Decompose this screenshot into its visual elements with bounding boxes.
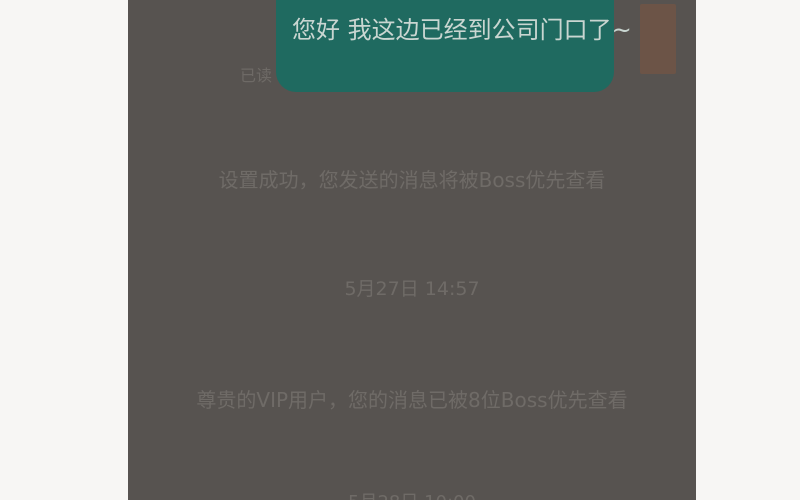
chat-window: 您好 我这边已经到公司门口了~ 已读 设置成功，您发送的消息将被Boss优先查看… <box>128 0 696 500</box>
screenshot-page: 您好 我这边已经到公司门口了~ 已读 设置成功，您发送的消息将被Boss优先查看… <box>0 0 800 500</box>
outgoing-message-bubble[interactable]: 您好 我这边已经到公司门口了~ <box>276 0 632 92</box>
outgoing-message-text: 您好 我这边已经到公司门口了~ <box>292 16 632 44</box>
user-avatar[interactable] <box>640 4 676 74</box>
read-status: 已读 <box>240 66 273 85</box>
system-message-vip-viewed: 尊贵的VIP用户，您的消息已被8位Boss优先查看 <box>196 388 628 412</box>
system-message-priority-set: 设置成功，您发送的消息将被Boss优先查看 <box>218 168 606 192</box>
partial-timestamp: 5月28日 10:00 <box>128 488 696 500</box>
chat-timestamp: 5月27日 14:57 <box>344 278 480 300</box>
